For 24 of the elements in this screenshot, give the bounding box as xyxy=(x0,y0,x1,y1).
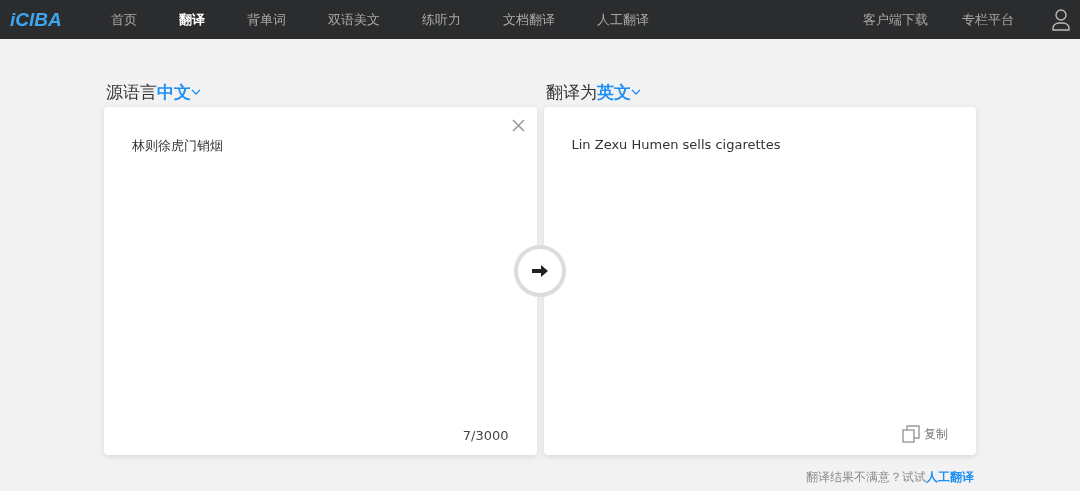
nav-tab[interactable]: 文档翻译 xyxy=(502,10,555,29)
target-language-label: 翻译为 xyxy=(545,80,597,104)
nav-tab[interactable]: 首页 xyxy=(110,10,137,29)
nav-link[interactable]: 专栏平台 xyxy=(962,10,1014,29)
translation-text: Lin Zexu Humen sells cigarettes xyxy=(571,137,782,154)
nav-link[interactable]: 客户端下载 xyxy=(863,10,928,29)
nav-tab[interactable]: 背单词 xyxy=(246,10,286,29)
caret-icon xyxy=(630,88,641,96)
nav-tab[interactable]: 人工翻译 xyxy=(596,10,649,29)
nav-tab[interactable]: 练听力 xyxy=(421,10,461,29)
caret-icon xyxy=(191,88,201,96)
source-text[interactable]: 林则徐虎门销烟 xyxy=(132,137,509,428)
source-language-label: 源语言 xyxy=(106,80,157,104)
arrow-icon xyxy=(531,264,549,278)
logo[interactable]: iCIBA xyxy=(10,8,62,31)
footer-hint: 翻译结果不满意？试试人工翻译 xyxy=(805,469,974,486)
character-counter: 7/3000 xyxy=(462,428,509,443)
copy-icon xyxy=(902,425,920,443)
nav-tab[interactable]: 双语美文 xyxy=(327,10,380,29)
copy-button[interactable]: 复制 xyxy=(902,425,948,443)
nav-tab[interactable]: 翻译 xyxy=(178,10,205,29)
close-icon xyxy=(511,119,525,132)
user-icon[interactable] xyxy=(1052,8,1070,31)
clear-button[interactable] xyxy=(511,119,525,132)
